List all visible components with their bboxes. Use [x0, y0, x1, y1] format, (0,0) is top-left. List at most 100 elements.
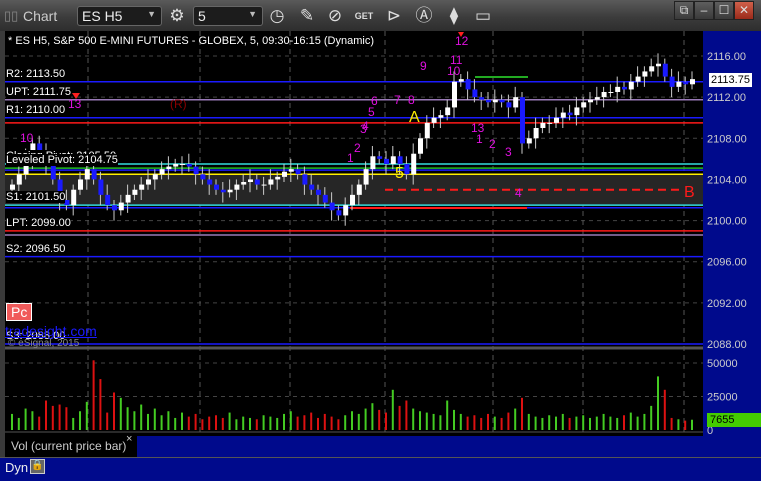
signal-annotation: 4 [515, 186, 522, 200]
candle-body [690, 79, 695, 85]
volume-bar [249, 417, 251, 430]
signal-annotation: 10 [20, 131, 34, 145]
volume-bar [432, 413, 435, 430]
signal-annotation: 8 [408, 93, 415, 107]
candle-body [452, 81, 457, 108]
candle-body [615, 86, 621, 93]
volume-bar [629, 412, 632, 430]
pc-badge[interactable]: Pc [6, 303, 33, 321]
candle-body [370, 156, 376, 170]
candle-body [438, 115, 444, 118]
level-label: S2: 2096.50 [6, 242, 66, 255]
volume-bar [616, 417, 619, 430]
candle-body [227, 189, 233, 193]
volume-bar [262, 415, 265, 430]
candle-body [248, 179, 253, 183]
volume-bar [405, 400, 408, 430]
signal-annotation: (R) [170, 97, 187, 111]
volume-bar [663, 389, 666, 430]
candle-body [424, 122, 430, 139]
candle-body [220, 189, 226, 193]
volume-bar [541, 417, 544, 430]
volume-bar [126, 407, 129, 430]
volume-bar [493, 416, 496, 430]
candle-body [50, 164, 56, 180]
signal-annotation: 9 [420, 59, 427, 73]
candle-body [322, 194, 328, 203]
candle-body [343, 205, 349, 216]
level-label: UPT: 2111.75 [6, 85, 72, 98]
candle-body [10, 184, 15, 190]
volume-bar [670, 417, 673, 430]
candle-body [472, 89, 478, 98]
candle-body [377, 156, 383, 159]
time-axis[interactable] [0, 457, 761, 481]
close-study-icon[interactable]: × [126, 433, 132, 445]
volume-bar [357, 413, 360, 430]
signal-annotation: 1 [347, 151, 354, 165]
chart-title: * ES H5, S&P 500 E-MINI FUTURES - GLOBEX… [8, 35, 374, 47]
volume-bar [215, 415, 217, 430]
price-tick-label: 2108.00 [707, 133, 747, 145]
volume-bar [255, 419, 258, 430]
signal-annotation: 7 [394, 93, 401, 107]
volume-bar [24, 408, 27, 430]
signal-annotation: 4 [362, 119, 369, 133]
study-bar [137, 436, 703, 457]
volume-bar [691, 419, 693, 430]
volume-bar [364, 408, 367, 430]
lock-icon[interactable]: 🔒 [30, 459, 45, 474]
volume-bar [602, 413, 605, 430]
candle-body [397, 156, 403, 165]
candle-body [676, 81, 682, 87]
candle-body [146, 179, 151, 185]
volume-bar [208, 416, 211, 430]
candle-body [662, 63, 668, 77]
price-tick-label: 2092.00 [707, 298, 747, 310]
watermark-link[interactable]: tradesight.com [5, 323, 97, 339]
candle-body [166, 166, 172, 170]
dyn-mode-label[interactable]: Dyn [5, 460, 28, 475]
candle-body [404, 164, 410, 175]
candle-body [390, 156, 396, 165]
price-tick-label: 2104.00 [707, 174, 747, 186]
candle-body [173, 164, 179, 167]
candle-body [574, 107, 580, 116]
volume-bar [31, 411, 34, 430]
level-label: R1: 2110.00 [6, 103, 66, 116]
copyright-text: © eSignal, 2015 [8, 338, 80, 349]
candle-body [628, 81, 634, 90]
volume-bar [289, 411, 292, 430]
candle-body [254, 179, 260, 185]
volume-bar [534, 416, 537, 430]
candle-body [71, 189, 77, 206]
signal-annotation: 2 [354, 141, 361, 155]
volume-bar [133, 411, 136, 430]
volume-bar [643, 413, 646, 430]
volume-bar [201, 419, 204, 430]
volume-bar [38, 416, 41, 430]
volume-bar [650, 405, 653, 430]
candle-body [588, 99, 593, 103]
volume-study-label[interactable]: Vol (current price bar) [5, 436, 136, 457]
signal-annotation: B [684, 184, 695, 201]
volume-bar [480, 417, 483, 430]
candle-body [594, 97, 600, 100]
candle-body [418, 138, 423, 154]
volume-bar [79, 411, 81, 430]
candle-body [465, 79, 471, 90]
volume-bar [527, 413, 530, 430]
volume-bar [521, 397, 523, 430]
volume-bar [228, 412, 231, 430]
candle-body [78, 179, 83, 190]
candle-body [268, 179, 274, 185]
signal-annotation: 5 [395, 165, 404, 182]
volume-bar [561, 413, 564, 430]
current-volume-tag: 7655 [707, 413, 761, 427]
volume-bar [425, 412, 428, 430]
volume-bar [194, 413, 197, 430]
volume-bar [187, 416, 190, 430]
volume-bar [99, 379, 102, 430]
volume-bar [568, 417, 571, 430]
volume-bar [487, 413, 489, 430]
